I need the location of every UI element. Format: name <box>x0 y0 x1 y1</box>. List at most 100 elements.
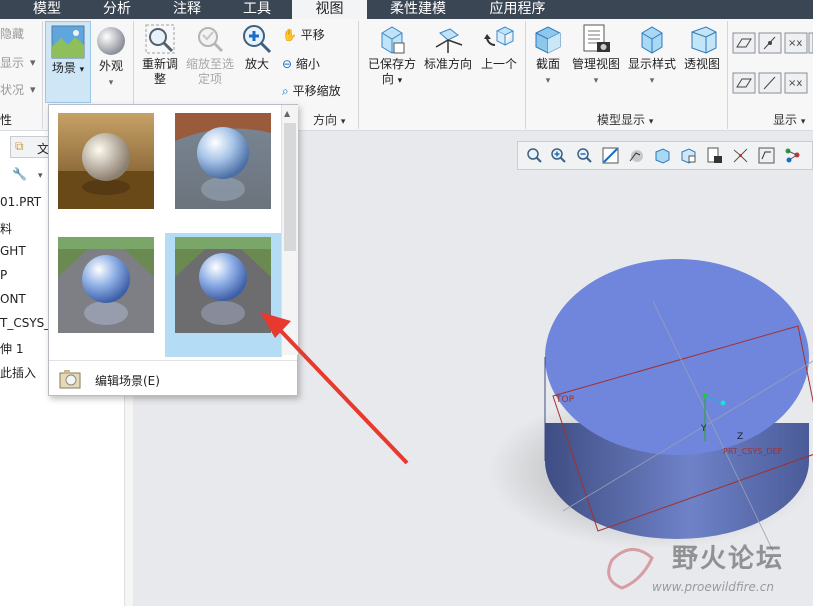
svg-text:×x: ×x <box>788 38 802 49</box>
datum-display-icon[interactable] <box>758 147 775 164</box>
previous-view-icon <box>484 26 515 46</box>
cylinder-top-face[interactable] <box>545 259 809 455</box>
watermark-title: 野火论坛 <box>672 544 785 574</box>
chevron-down-icon: ▾ <box>340 117 346 127</box>
gallery-scroll-thumb[interactable] <box>284 123 296 251</box>
tab-model[interactable]: 模型 <box>12 0 82 19</box>
tree-item[interactable]: T_CSYS_ <box>0 316 50 330</box>
magnifier-icon <box>145 24 175 54</box>
zoom-in-button[interactable]: 放大 <box>238 23 276 72</box>
datum-display-toggles-row-1[interactable]: ×x <box>732 31 813 55</box>
annotation-display-icon[interactable] <box>784 147 801 164</box>
zoom-selected-icon <box>198 27 224 53</box>
scene-thumbnail-studio[interactable] <box>58 113 154 209</box>
show-button[interactable]: 显示 <box>0 54 24 71</box>
repaint-icon[interactable] <box>602 147 619 164</box>
scene-thumbnail-road[interactable] <box>58 237 154 333</box>
section-button[interactable]: 截面 ▾ <box>529 23 567 89</box>
refit-icon[interactable] <box>526 147 543 164</box>
refit-label-2: 整 <box>153 72 166 86</box>
tree-item-insert-here[interactable]: 此插入 <box>0 364 36 381</box>
hide-button[interactable]: 隐藏 <box>0 25 24 42</box>
pan-zoom-icon: ⌕ <box>282 84 289 98</box>
perspective-label: 透视图 <box>683 57 720 71</box>
scene-gallery-dropdown: ▲ 编辑场景(E) <box>48 104 298 396</box>
edit-scene-menu-item[interactable]: 编辑场景(E) <box>49 360 297 396</box>
standard-orientation-button[interactable]: 标准方向 <box>422 23 474 72</box>
datum-display-toggles-row-2[interactable]: ×x <box>732 71 813 95</box>
standard-orientation-label: 标准方向 <box>423 57 472 71</box>
appearance-button[interactable]: 外观 ▾ <box>93 23 129 105</box>
axis-label-y: Y <box>700 424 707 434</box>
scroll-up-icon[interactable]: ▲ <box>284 109 290 118</box>
zoom-out-icon[interactable] <box>576 147 593 164</box>
tree-item[interactable]: P <box>0 268 7 282</box>
ribbon-tab-bar: 模型 分析 注释 工具 视图 柔性建模 应用程序 <box>0 0 813 19</box>
tree-item-extrude[interactable]: 伸 1 <box>0 340 23 357</box>
standard-orientation-icon <box>435 28 463 53</box>
chevron-down-icon: ▾ <box>79 65 85 75</box>
chevron-down-icon: ▾ <box>108 78 114 88</box>
settings-icon[interactable]: 🔧 <box>12 167 27 181</box>
scene-thumbnail-reflective[interactable] <box>175 113 271 209</box>
tab-annotate[interactable]: 注释 <box>152 0 222 19</box>
folder-icon: ⧉ <box>15 139 24 153</box>
scene-label: 场景 <box>51 61 76 75</box>
saved-orientations-icon[interactable] <box>680 147 697 164</box>
perspective-icon[interactable] <box>732 147 749 164</box>
tree-item[interactable]: GHT <box>0 244 26 258</box>
tab-view[interactable]: 视图 <box>292 0 367 19</box>
status-button[interactable]: 状况 <box>0 81 24 98</box>
zoom-in-label: 放大 <box>244 57 269 71</box>
chevron-down-icon: ▾ <box>800 117 806 127</box>
svg-text:×x: ×x <box>788 78 802 89</box>
orientation-group-label: 方向 ▾ <box>313 113 346 127</box>
previous-view-label: 上一个 <box>480 57 517 71</box>
saved-orientation-icon <box>381 26 405 54</box>
chevron-down-icon: ▾ <box>30 83 36 96</box>
display-style-button[interactable]: 显示样式 ▾ <box>626 23 678 89</box>
csys-label: PRT_CSYS_DEF <box>723 447 783 456</box>
tab-analysis[interactable]: 分析 <box>82 0 152 19</box>
watermark-url: www.proewildfire.cn <box>652 580 774 594</box>
zoom-out-icon: ⊖ <box>282 57 293 71</box>
pan-zoom-button[interactable]: ⌕ 平移缩放 <box>282 82 341 99</box>
zoom-in-icon <box>243 25 272 54</box>
tab-applications[interactable]: 应用程序 <box>470 0 565 19</box>
pan-button[interactable]: ✋ 平移 <box>282 26 325 43</box>
spin-center-icon[interactable] <box>628 147 645 164</box>
manage-views-button[interactable]: 管理视图 ▾ <box>570 23 622 89</box>
gallery-scrollbar[interactable]: ▲ <box>281 105 298 355</box>
scene-thumbnail-road-selected[interactable] <box>175 237 271 333</box>
section-label: 截面 <box>535 57 560 71</box>
refit-button[interactable]: 重新调 整 <box>137 23 183 87</box>
zoom-out-label: 缩小 <box>295 57 320 71</box>
tree-item[interactable]: ONT <box>0 292 26 306</box>
scene-button[interactable]: 场景 ▾ <box>45 21 91 103</box>
tree-item-part[interactable]: 01.PRT <box>0 195 41 209</box>
group-label-partial: 性 <box>0 113 13 127</box>
chevron-down-icon: ▾ <box>648 117 654 127</box>
graphics-toolbar <box>517 141 813 170</box>
manage-views-icon <box>583 24 610 52</box>
tree-item[interactable]: 料 <box>0 220 12 237</box>
tab-tools[interactable]: 工具 <box>222 0 292 19</box>
chevron-down-icon: ▾ <box>38 171 43 181</box>
manage-views-label: 管理视图 <box>571 57 620 71</box>
zoom-out-button[interactable]: ⊖ 缩小 <box>282 55 320 72</box>
pan-zoom-label: 平移缩放 <box>292 84 341 98</box>
previous-view-button[interactable]: 上一个 <box>478 23 520 72</box>
display-style-label: 显示样式 <box>627 57 676 71</box>
saved-orientations-label: 已保存方 <box>367 57 416 71</box>
zoom-in-icon[interactable] <box>550 147 567 164</box>
perspective-button[interactable]: 透视图 <box>681 23 723 72</box>
zoom-to-selected-button[interactable]: 缩放至选 定项 <box>184 23 236 87</box>
saved-orientations-button[interactable]: 已保存方 向 ▾ <box>366 23 418 89</box>
view-manager-icon[interactable] <box>706 147 723 164</box>
display-style-icon[interactable] <box>654 147 671 164</box>
edit-scene-label: 编辑场景(E) <box>95 374 160 388</box>
hand-icon: ✋ <box>282 28 297 42</box>
chevron-down-icon: ▾ <box>593 76 599 86</box>
tab-flexible-modeling[interactable]: 柔性建模 <box>372 0 464 19</box>
appearance-sphere-icon <box>97 27 125 55</box>
